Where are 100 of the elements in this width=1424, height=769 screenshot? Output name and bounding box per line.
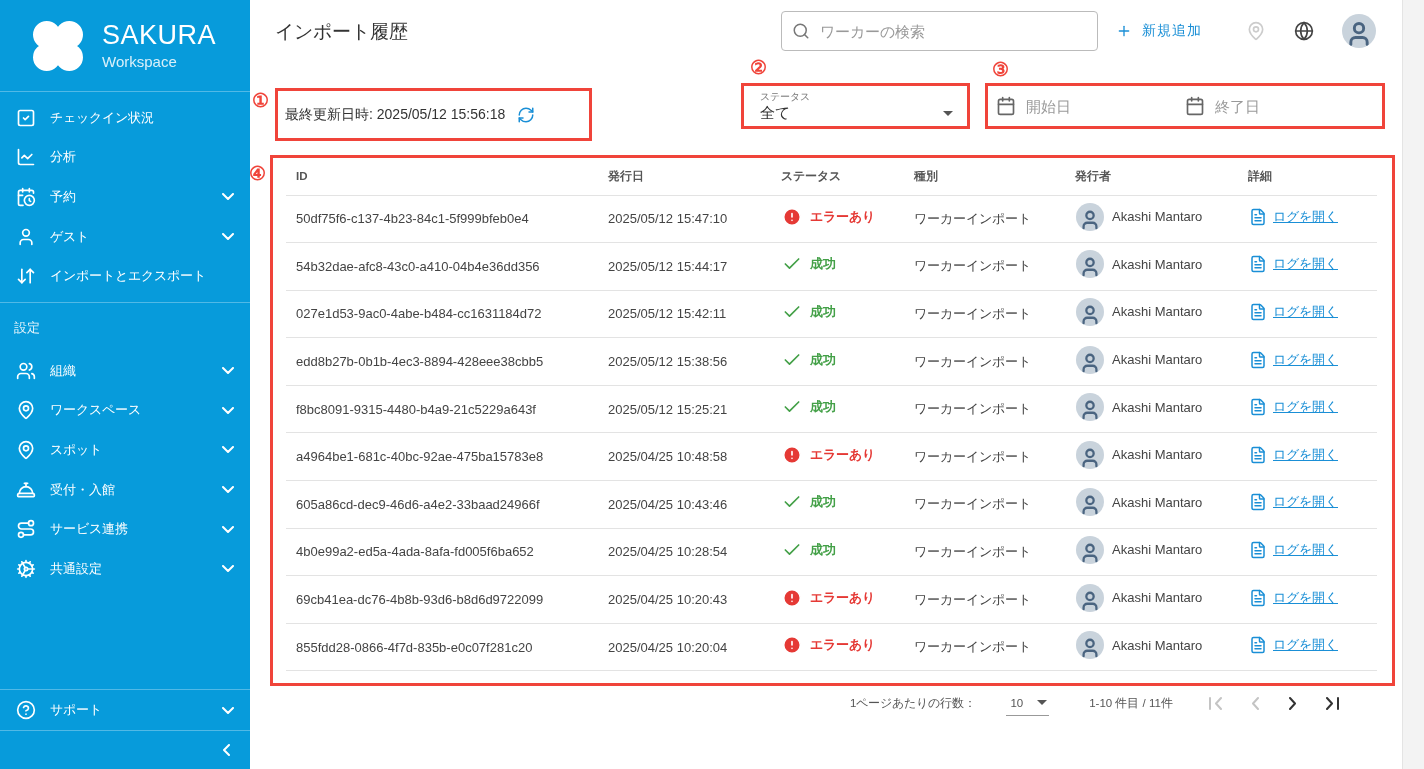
rows-per-page-select[interactable]: 10 <box>1006 690 1050 716</box>
table-cell: 027e1d53-9ac0-4abe-b484-cc1631184d72 <box>286 290 608 338</box>
page-title: インポート履歴 <box>275 20 409 44</box>
last-updated-text: 最終更新日時: 2025/05/12 15:56:18 <box>285 105 506 124</box>
calendar-clock-icon <box>16 187 36 207</box>
annotation-number: ③ <box>992 58 1009 81</box>
person-silhouette-icon <box>1079 541 1101 564</box>
sidebar-item[interactable]: インポートとエクスポート <box>0 256 250 296</box>
table-cell: 2025/05/12 15:47:10 <box>608 195 781 243</box>
table-cell: 2025/05/12 15:44:17 <box>608 242 781 291</box>
issuer-name: Akashi Mantaro <box>1112 637 1203 653</box>
status-label: 成功 <box>782 254 836 275</box>
map-pin-icon <box>16 400 36 421</box>
sidebar-item-label: スポット <box>50 440 103 459</box>
dropdown-caret-icon <box>1037 700 1048 705</box>
open-log-link[interactable]: ログを開く <box>1249 636 1338 655</box>
open-log-link[interactable]: ログを開く <box>1249 398 1338 417</box>
sidebar-item[interactable]: 共通設定 <box>0 548 250 589</box>
sidebar-item-label: チェックイン状況 <box>50 108 155 127</box>
table-cell: 2025/04/25 10:28:54 <box>608 528 781 576</box>
open-log-link[interactable]: ログを開く <box>1249 255 1338 274</box>
person-silhouette-icon <box>1079 208 1101 231</box>
sidebar-item-label: サービス連携 <box>50 520 129 539</box>
open-log-link[interactable]: ログを開く <box>1249 588 1338 607</box>
table-cell: ワーカーインポート <box>914 385 1075 433</box>
alert-icon <box>782 635 802 656</box>
page-range-text: 1-10 件目 / 11件 <box>1089 695 1173 711</box>
sidebar-item-label: ゲスト <box>50 227 90 246</box>
end-date-field[interactable]: 終了日 <box>1185 96 1374 116</box>
search-field[interactable]: ワーカーの検索 <box>781 11 1098 51</box>
open-log-link[interactable]: ログを開く <box>1249 540 1338 559</box>
table-cell: 605a86cd-dec9-46d6-a4e2-33baad24966f <box>286 480 608 529</box>
issuer-name: Akashi Mantaro <box>1112 494 1203 510</box>
sidebar-item-label: 共通設定 <box>50 559 103 578</box>
status-select[interactable]: ステータス 全て <box>760 86 953 126</box>
map-pin-icon <box>16 439 36 460</box>
sidebar-item-label: 受付・入館 <box>50 480 116 499</box>
table-cell: ワーカーインポート <box>914 432 1075 481</box>
annotation-number: ④ <box>249 162 266 185</box>
start-date-field[interactable]: 開始日 <box>996 96 1185 116</box>
alert-icon <box>782 587 802 608</box>
alert-icon <box>782 444 802 465</box>
sidebar-item[interactable]: 予約 <box>0 177 250 217</box>
table-cell: 2025/04/25 10:20:04 <box>608 623 781 671</box>
next-page-button[interactable] <box>1288 696 1296 710</box>
sidebar-item[interactable]: サービス連携 <box>0 509 250 549</box>
table-cell: ワーカーインポート <box>914 195 1075 243</box>
add-new-button[interactable]: 新規追加 <box>1110 21 1208 41</box>
table-cell: edd8b27b-0b1b-4ec3-8894-428eee38cbb5 <box>286 337 608 386</box>
sidebar-item[interactable]: スポット <box>0 430 250 470</box>
sidebar-item-label: サポート <box>50 701 103 720</box>
sidebar-item-label: ワークスペース <box>50 401 142 420</box>
alert-icon <box>782 206 802 227</box>
issuer-name: Akashi Mantaro <box>1112 399 1203 415</box>
rows-per-page-label: 1ページあたりの行数： <box>850 695 977 711</box>
line-chart-icon <box>16 147 36 168</box>
status-label: 成功 <box>782 397 836 418</box>
table-cell: ワーカーインポート <box>914 337 1075 386</box>
calendar-icon <box>996 96 1016 116</box>
sidebar-item[interactable]: ゲスト <box>0 216 250 257</box>
table-cell: 69cb41ea-dc76-4b8b-93d6-b8d6d9722099 <box>286 575 608 624</box>
refresh-button[interactable] <box>517 105 536 124</box>
sidebar-item-label: 分析 <box>50 148 77 167</box>
open-log-link[interactable]: ログを開く <box>1249 445 1338 464</box>
open-log-link[interactable]: ログを開く <box>1249 350 1338 369</box>
table-cell: ワーカーインポート <box>914 290 1075 338</box>
annotation-number: ② <box>750 56 767 79</box>
sidebar-item[interactable]: 受付・入館 <box>0 469 250 510</box>
table-cell: 2025/04/25 10:43:46 <box>608 480 781 529</box>
open-log-link[interactable]: ログを開く <box>1249 303 1338 321</box>
table-cell: ワーカーインポート <box>914 623 1075 671</box>
help-icon <box>16 700 36 721</box>
open-log-link[interactable]: ログを開く <box>1249 207 1338 226</box>
table-cell: 50df75f6-c137-4b23-84c1-5f999bfeb0e4 <box>286 195 608 243</box>
status-label: エラーあり <box>782 206 875 227</box>
document-icon <box>1249 207 1267 226</box>
issuer-name: Akashi Mantaro <box>1112 542 1203 558</box>
refresh-icon <box>517 105 536 124</box>
sidebar-item[interactable]: 分析 <box>0 137 250 178</box>
document-icon <box>1249 540 1267 559</box>
sidebar-item[interactable]: チェックイン状況 <box>0 98 250 138</box>
sidebar-item[interactable]: ワークスペース <box>0 390 250 431</box>
dropdown-caret-icon <box>943 110 953 116</box>
collapse-sidebar-button[interactable] <box>223 744 230 756</box>
annotation-number: ① <box>252 89 269 112</box>
sidebar-item-label: インポートとエクスポート <box>50 267 207 286</box>
status-label: 成功 <box>782 302 836 322</box>
sidebar-item[interactable]: サポート <box>0 690 250 730</box>
people-icon <box>16 360 36 381</box>
last-page-button[interactable] <box>1325 696 1339 710</box>
open-log-link[interactable]: ログを開く <box>1249 493 1338 512</box>
logo-title: SAKURA <box>102 21 217 49</box>
table-cell: ワーカーインポート <box>914 480 1075 529</box>
globe-icon[interactable] <box>1294 21 1314 41</box>
user-avatar[interactable] <box>1342 14 1376 48</box>
person-silhouette-icon <box>1079 256 1101 279</box>
document-icon <box>1249 255 1267 274</box>
sidebar-item[interactable]: 組織 <box>0 350 250 391</box>
person-icon <box>16 226 36 247</box>
document-icon <box>1249 493 1267 512</box>
